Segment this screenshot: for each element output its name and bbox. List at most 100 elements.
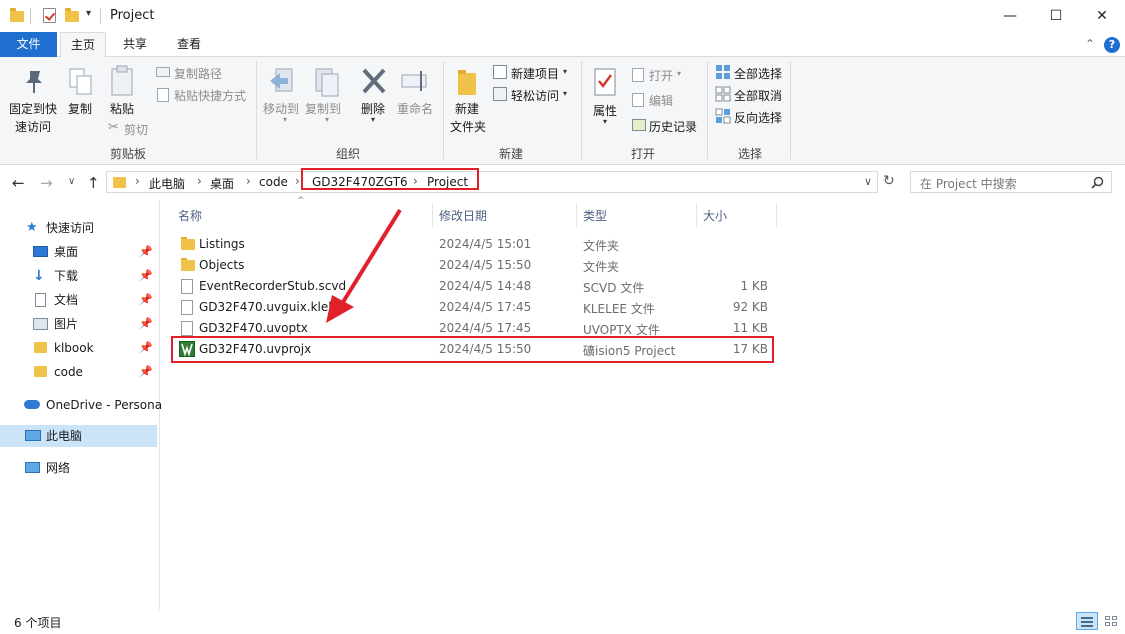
nav-item-downloads[interactable]: ↓ 下载 📌 xyxy=(0,265,157,287)
help-icon[interactable]: ? xyxy=(1104,37,1120,53)
select-all-button[interactable]: 全部选择 xyxy=(734,65,782,82)
refresh-button[interactable]: ↻ xyxy=(883,173,895,189)
cut-button[interactable]: 剪切 xyxy=(124,121,148,138)
recent-locations-button[interactable]: ∨ xyxy=(68,176,75,187)
nav-onedrive[interactable]: OneDrive - Persona xyxy=(0,394,162,416)
pin-to-quick-access-label[interactable]: 固定到快 xyxy=(9,100,57,117)
pin-icon[interactable]: 📌 xyxy=(139,289,153,311)
nav-item-klbook[interactable]: klbook 📌 xyxy=(0,337,157,359)
pin-icon[interactable]: 📌 xyxy=(139,265,153,287)
breadcrumb-separator[interactable]: › xyxy=(197,174,202,188)
breadcrumb-this-pc[interactable]: 此电脑 xyxy=(149,175,185,192)
tab-file[interactable]: 文件 xyxy=(0,32,57,57)
properties-icon[interactable] xyxy=(43,8,56,23)
delete-icon[interactable] xyxy=(361,67,387,95)
breadcrumb-separator[interactable]: › xyxy=(135,174,140,188)
select-all-icon[interactable] xyxy=(715,64,731,80)
new-folder-icon[interactable] xyxy=(65,8,79,22)
pin-icon[interactable]: 📌 xyxy=(139,313,153,335)
minimize-button[interactable]: — xyxy=(987,0,1033,32)
column-header-type[interactable]: 类型 xyxy=(583,207,607,224)
column-header-modified[interactable]: 修改日期 xyxy=(439,207,487,224)
breadcrumb-separator[interactable]: › xyxy=(295,174,300,188)
breadcrumb-separator[interactable]: › xyxy=(246,174,251,188)
table-row[interactable]: Listings 2024/4/5 15:01 文件夹 xyxy=(172,234,774,255)
nav-item-code[interactable]: code 📌 xyxy=(0,361,157,383)
copy-to-icon[interactable] xyxy=(312,67,342,97)
column-header-size[interactable]: 大小 xyxy=(703,207,727,224)
copy-path-button[interactable]: 复制路径 xyxy=(174,65,222,82)
copy-to-button[interactable]: 复制到 xyxy=(305,100,341,117)
column-divider[interactable] xyxy=(432,203,433,227)
address-dropdown-button[interactable]: ∨ xyxy=(864,175,872,188)
nav-this-pc[interactable]: 此电脑 xyxy=(0,425,157,447)
paste-shortcut-button[interactable]: 粘贴快捷方式 xyxy=(174,87,246,104)
nav-item-pictures[interactable]: 图片 📌 xyxy=(0,313,157,335)
table-row[interactable]: GD32F470.uvguix.klele 2024/4/5 17:45 KLE… xyxy=(172,297,774,318)
pin-icon[interactable]: 📌 xyxy=(139,337,153,359)
history-button[interactable]: 历史记录 xyxy=(649,118,697,135)
details-view-button[interactable] xyxy=(1076,612,1098,630)
invert-selection-button[interactable]: 反向选择 xyxy=(734,109,782,126)
nav-quick-access[interactable]: ★ 快速访问 xyxy=(0,217,157,239)
invert-selection-icon[interactable] xyxy=(715,108,731,124)
tab-share[interactable]: 共享 xyxy=(112,32,158,57)
move-to-button[interactable]: 移动到 xyxy=(263,100,299,117)
ribbon-tabs: 文件 主页 共享 查看 ⌃ ? xyxy=(0,32,1125,58)
column-divider[interactable] xyxy=(776,203,777,227)
column-divider[interactable] xyxy=(576,203,577,227)
open-icon[interactable] xyxy=(632,68,644,82)
new-folder-label[interactable]: 新建 xyxy=(455,100,479,117)
pin-icon[interactable]: 📌 xyxy=(139,241,153,263)
tab-home[interactable]: 主页 xyxy=(60,32,106,58)
search-icon[interactable] xyxy=(1091,176,1104,189)
edit-button[interactable]: 编辑 xyxy=(649,92,673,109)
pin-icon[interactable] xyxy=(22,69,44,95)
new-folder-label-2[interactable]: 文件夹 xyxy=(450,118,486,135)
open-button[interactable]: 打开 xyxy=(649,67,673,84)
new-item-icon[interactable] xyxy=(493,65,507,79)
breadcrumb-code[interactable]: code xyxy=(259,175,288,189)
rename-icon[interactable] xyxy=(400,69,432,95)
paste-shortcut-icon[interactable] xyxy=(157,88,169,102)
select-none-icon[interactable] xyxy=(715,86,731,102)
edit-icon[interactable] xyxy=(632,93,644,107)
history-icon[interactable] xyxy=(632,119,646,131)
large-icons-view-button[interactable] xyxy=(1102,613,1120,629)
close-button[interactable]: ✕ xyxy=(1079,0,1125,32)
copy-button-label[interactable]: 复制 xyxy=(68,100,92,117)
divider xyxy=(30,8,31,24)
table-row[interactable]: EventRecorderStub.scvd 2024/4/5 14:48 SC… xyxy=(172,276,774,297)
easy-access-button[interactable]: 轻松访问 xyxy=(511,87,559,104)
back-button[interactable]: ← xyxy=(12,174,25,192)
column-divider[interactable] xyxy=(696,203,697,227)
maximize-button[interactable]: ☐ xyxy=(1033,0,1079,32)
tab-view[interactable]: 查看 xyxy=(166,32,212,57)
pin-to-quick-access-label-2[interactable]: 速访问 xyxy=(15,118,51,135)
nav-network[interactable]: 网络 xyxy=(0,457,157,479)
forward-button[interactable]: → xyxy=(40,174,53,192)
easy-access-icon[interactable] xyxy=(493,87,507,101)
nav-item-desktop[interactable]: 桌面 📌 xyxy=(0,241,157,263)
breadcrumb-desktop[interactable]: 桌面 xyxy=(210,175,234,192)
table-row[interactable]: Objects 2024/4/5 15:50 文件夹 xyxy=(172,255,774,276)
properties-icon[interactable] xyxy=(593,67,617,97)
new-item-button[interactable]: 新建项目 xyxy=(511,65,559,82)
move-to-icon[interactable] xyxy=(268,67,298,97)
copy-icon[interactable] xyxy=(68,67,94,97)
rename-button[interactable]: 重命名 xyxy=(397,100,433,117)
nav-item-documents[interactable]: 文档 📌 xyxy=(0,289,157,311)
collapse-ribbon-button[interactable]: ⌃ xyxy=(1085,37,1095,51)
pin-icon[interactable]: 📌 xyxy=(139,361,153,383)
up-button[interactable]: ↑ xyxy=(87,174,100,192)
select-none-button[interactable]: 全部取消 xyxy=(734,87,782,104)
paste-button-label[interactable]: 粘贴 xyxy=(110,100,134,117)
customize-quick-access-button[interactable]: ▾ xyxy=(86,8,91,19)
scissors-icon[interactable]: ✂ xyxy=(108,120,119,135)
address-bar[interactable]: › 此电脑 › 桌面 › code › GD32F470ZGT6 › Proje… xyxy=(106,171,878,193)
search-input[interactable]: 在 Project 中搜索 xyxy=(910,171,1112,193)
new-folder-icon[interactable] xyxy=(456,67,478,97)
copy-path-icon[interactable] xyxy=(156,67,170,77)
column-header-name[interactable]: 名称 xyxy=(178,207,202,224)
paste-icon[interactable] xyxy=(110,65,136,97)
